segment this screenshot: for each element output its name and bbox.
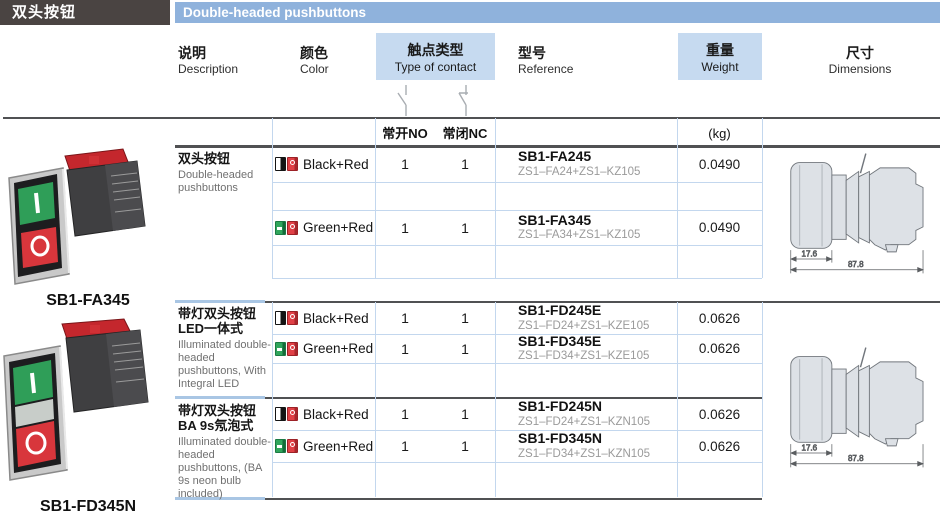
- reference-cell: SB1-FD245N ZS1–FD24+ZS1–KZN105: [518, 398, 698, 430]
- color-cell: Green+Red: [275, 210, 377, 245]
- reference-cell: SB1-FD245E ZS1–FD24+ZS1–KZE105: [518, 302, 698, 334]
- color-label: Green+Red: [303, 220, 373, 235]
- column-header-color: 颜色 Color: [300, 45, 329, 77]
- dimension-front-depth: 17.6: [801, 443, 817, 452]
- contact-symbols-icon: [385, 84, 485, 117]
- row-divider: [272, 278, 762, 279]
- nc-count: 1: [435, 210, 495, 245]
- column-line: [495, 118, 496, 278]
- row-divider: [272, 182, 762, 183]
- dimension-total-length: 87.8: [848, 260, 864, 269]
- weight-value: 0.0626: [677, 334, 762, 363]
- column-line: [677, 118, 678, 278]
- reference-cell: SB1-FD345E ZS1–FD34+ZS1–KZE105: [518, 334, 698, 363]
- no-count: 1: [375, 398, 435, 430]
- reference-code: SB1-FD245N: [518, 399, 602, 414]
- header-divider: [3, 117, 940, 119]
- reference-sub: ZS1–FD34+ZS1–KZN105: [518, 448, 650, 461]
- page-title-cn: 双头按钮: [0, 0, 170, 25]
- color-cell: Green+Red: [275, 430, 377, 462]
- green-red-swatch-icon: [275, 439, 299, 453]
- color-label: Black+Red: [303, 157, 369, 172]
- column-header-weight: 重量 Weight: [678, 33, 762, 80]
- color-cell: Black+Red: [275, 302, 377, 334]
- column-line: [272, 118, 273, 278]
- row-divider: [272, 245, 762, 246]
- no-count: 1: [375, 146, 435, 182]
- weight-value: 0.0626: [677, 398, 762, 430]
- subheader-no: 常开NO: [375, 124, 435, 144]
- black-red-swatch-icon: [275, 407, 299, 421]
- dimension-total-length: 87.8: [848, 454, 864, 463]
- weight-value: 0.0626: [677, 302, 762, 334]
- dimension-drawing: 17.6 87.8: [780, 344, 932, 470]
- reference-sub: ZS1–FD24+ZS1–KZN105: [518, 416, 650, 429]
- reference-sub: ZS1–FD24+ZS1–KZE105: [518, 320, 649, 333]
- row-divider: [272, 462, 762, 463]
- product-label: SB1-FA345: [2, 292, 174, 310]
- nc-count: 1: [435, 302, 495, 334]
- color-cell: Green+Red: [275, 334, 377, 363]
- green-red-swatch-icon: [275, 221, 299, 235]
- no-count: 1: [375, 302, 435, 334]
- color-cell: Black+Red: [275, 398, 377, 430]
- nc-count: 1: [435, 398, 495, 430]
- color-label: Black+Red: [303, 407, 369, 422]
- weight-value: 0.0490: [677, 210, 762, 245]
- color-label: Green+Red: [303, 341, 373, 356]
- reference-cell: SB1-FA345 ZS1–FA34+ZS1–KZ105: [518, 210, 698, 245]
- black-red-swatch-icon: [275, 157, 299, 171]
- weight-value: 0.0626: [677, 430, 762, 462]
- row-divider: [272, 363, 762, 364]
- column-line: [762, 118, 763, 278]
- product-photo-sb1-fd345n: [2, 318, 167, 494]
- green-red-swatch-icon: [275, 342, 299, 356]
- reference-cell: SB1-FA245 ZS1–FA24+ZS1–KZ105: [518, 146, 698, 182]
- reference-code: SB1-FA345: [518, 213, 591, 228]
- nc-count: 1: [435, 334, 495, 363]
- column-header-reference: 型号 Reference: [518, 45, 573, 77]
- color-label: Black+Red: [303, 311, 369, 326]
- no-count: 1: [375, 334, 435, 363]
- no-count: 1: [375, 430, 435, 462]
- page-title-en: Double-headed pushbuttons: [175, 2, 940, 23]
- column-header-description: 说明 Description: [178, 45, 238, 77]
- subheader-nc: 常闭NC: [435, 124, 495, 144]
- reference-code: SB1-FD345E: [518, 334, 601, 349]
- reference-sub: ZS1–FA34+ZS1–KZ105: [518, 229, 640, 242]
- column-line: [375, 118, 376, 278]
- color-cell: Black+Red: [275, 146, 377, 182]
- reference-code: SB1-FD345N: [518, 431, 602, 446]
- reference-code: SB1-FD245E: [518, 303, 601, 318]
- reference-code: SB1-FA245: [518, 149, 591, 164]
- dimension-drawing: 17.6 87.8: [780, 150, 932, 276]
- product-label: SB1-FD345N: [2, 498, 174, 516]
- product-photo-sb1-fa345: [5, 146, 165, 288]
- black-red-swatch-icon: [275, 311, 299, 325]
- catalog-page: 双头按钮 Double-headed pushbuttons 说明 Descri…: [0, 0, 940, 517]
- reference-sub: ZS1–FA24+ZS1–KZ105: [518, 166, 640, 179]
- column-header-contact: 触点类型 Type of contact: [376, 33, 495, 80]
- reference-sub: ZS1–FD34+ZS1–KZE105: [518, 350, 649, 363]
- nc-count: 1: [435, 430, 495, 462]
- weight-unit: (kg): [677, 124, 762, 144]
- reference-cell: SB1-FD345N ZS1–FD34+ZS1–KZN105: [518, 430, 698, 462]
- dimension-front-depth: 17.6: [801, 249, 817, 258]
- column-header-dimensions: 尺寸 Dimensions: [782, 45, 938, 77]
- nc-count: 1: [435, 146, 495, 182]
- table-row: Black+Red 1 1 SB1-FD245E ZS1–FD24+ZS1–KZ…: [175, 302, 940, 334]
- table-bottom-divider: [265, 498, 762, 500]
- no-count: 1: [375, 210, 435, 245]
- weight-value: 0.0490: [677, 146, 762, 182]
- color-label: Green+Red: [303, 439, 373, 454]
